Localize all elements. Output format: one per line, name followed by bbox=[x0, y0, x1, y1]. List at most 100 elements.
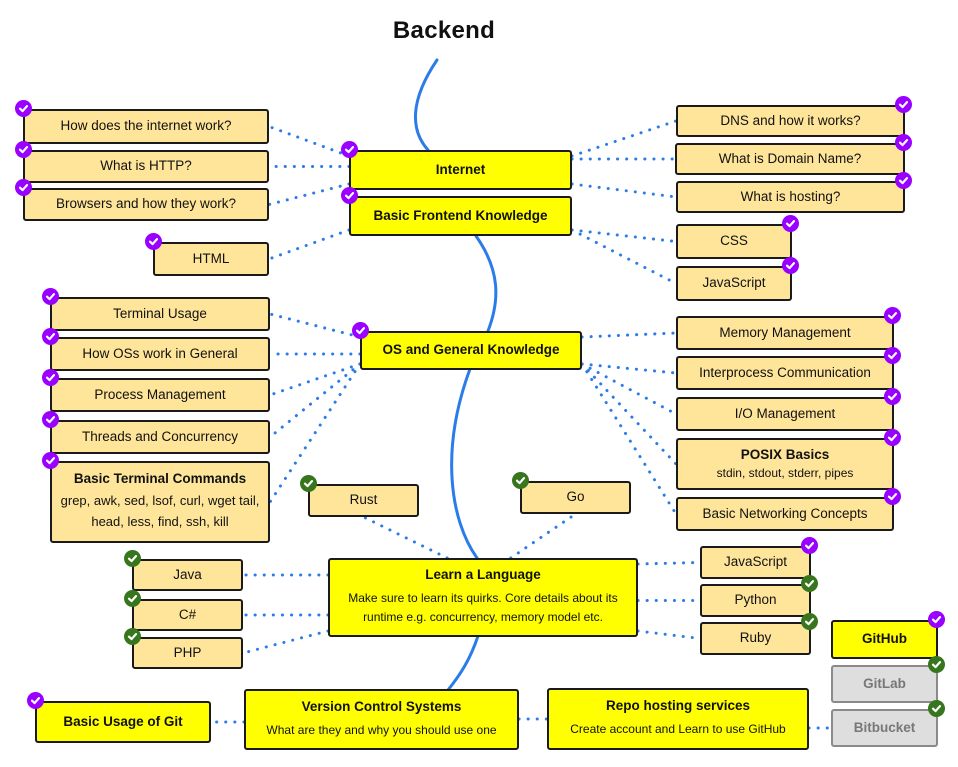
node-label: Terminal Usage bbox=[113, 305, 207, 321]
subtopic-javascript-frontend[interactable]: JavaScript bbox=[676, 266, 792, 301]
check-circle-icon bbox=[15, 141, 32, 158]
check-circle-icon bbox=[352, 322, 369, 339]
check-circle-icon bbox=[801, 537, 818, 554]
subtopic-terminal-usage[interactable]: Terminal Usage bbox=[50, 297, 270, 331]
node-label: Browsers and how they work? bbox=[55, 196, 237, 212]
check-circle-icon bbox=[782, 215, 799, 232]
node-label: Version Control Systems bbox=[301, 698, 462, 714]
connector-language-js-lang bbox=[636, 561, 702, 566]
language-go[interactable]: Go bbox=[520, 481, 631, 514]
connector-os-ipc bbox=[580, 362, 678, 375]
alt-bitbucket[interactable]: Bitbucket bbox=[831, 709, 938, 747]
subtopic-memory-management[interactable]: Memory Management bbox=[676, 316, 894, 350]
node-label: How OSs work in General bbox=[82, 345, 238, 361]
language-ruby[interactable]: Ruby bbox=[700, 622, 811, 655]
subtopic-interprocess-communication[interactable]: Interprocess Communication bbox=[676, 356, 894, 390]
check-circle-icon bbox=[895, 134, 912, 151]
check-circle-icon bbox=[42, 288, 59, 305]
check-circle-icon bbox=[928, 656, 945, 673]
language-java[interactable]: Java bbox=[132, 559, 243, 591]
node-label: What is Domain Name? bbox=[718, 150, 862, 166]
check-circle-icon bbox=[884, 347, 901, 364]
check-circle-icon bbox=[884, 429, 901, 446]
check-circle-icon bbox=[341, 141, 358, 158]
connector-os-io bbox=[580, 362, 678, 416]
node-label: Internet bbox=[435, 161, 486, 177]
subtopic-how-oss-work[interactable]: How OSs work in General bbox=[50, 337, 270, 371]
connector-os-process bbox=[268, 362, 362, 397]
connector-os-threads bbox=[268, 362, 362, 439]
language-javascript[interactable]: JavaScript bbox=[700, 546, 811, 579]
language-python[interactable]: Python bbox=[700, 584, 811, 617]
check-circle-icon bbox=[782, 257, 799, 274]
node-label: Interprocess Communication bbox=[699, 364, 871, 380]
node-label: Memory Management bbox=[719, 324, 851, 340]
node-description: stdin, stdout, stderr, pipes bbox=[716, 465, 854, 480]
node-description: grep, awk, sed, lsof, curl, wget tail, h… bbox=[60, 493, 260, 529]
node-label: Go bbox=[566, 489, 585, 505]
node-label: Basic Terminal Commands bbox=[73, 471, 247, 487]
subtopic-html[interactable]: HTML bbox=[153, 242, 269, 276]
alt-gitlab[interactable]: GitLab bbox=[831, 665, 938, 703]
subtopic-basic-terminal-commands[interactable]: Basic Terminal Commands grep, awk, sed, … bbox=[50, 461, 270, 543]
node-label: PHP bbox=[173, 644, 202, 660]
connector-language-go bbox=[509, 512, 577, 560]
subtopic-dns[interactable]: DNS and how it works? bbox=[676, 105, 905, 137]
node-label: Learn a Language bbox=[425, 567, 541, 583]
check-circle-icon bbox=[27, 692, 44, 709]
subtopic-domain-name[interactable]: What is Domain Name? bbox=[675, 143, 905, 175]
node-label: HTML bbox=[192, 250, 230, 266]
node-label: GitLab bbox=[863, 675, 906, 691]
connector-internet-hosting bbox=[570, 182, 678, 199]
check-circle-icon bbox=[341, 187, 358, 204]
node-label: OS and General Knowledge bbox=[382, 342, 560, 358]
subtopic-how-does-the-internet-work[interactable]: How does the internet work? bbox=[23, 109, 269, 144]
topic-learn-a-language[interactable]: Learn a Language Make sure to learn its … bbox=[328, 558, 638, 637]
node-label: DNS and how it works? bbox=[720, 112, 861, 128]
subtopic-basic-networking-concepts[interactable]: Basic Networking Concepts bbox=[676, 497, 894, 531]
check-circle-icon bbox=[42, 369, 59, 386]
node-label: CSS bbox=[720, 233, 748, 249]
roadmap-title: Backend bbox=[392, 17, 496, 44]
check-circle-icon bbox=[895, 96, 912, 113]
node-label: Bitbucket bbox=[853, 719, 916, 735]
language-rust[interactable]: Rust bbox=[308, 484, 419, 517]
subtopic-process-management[interactable]: Process Management bbox=[50, 378, 270, 412]
topic-repo-hosting-services[interactable]: Repo hosting services Create account and… bbox=[547, 688, 809, 750]
node-label: How does the internet work? bbox=[60, 118, 232, 134]
connector-frontend-html bbox=[267, 228, 351, 261]
check-circle-icon bbox=[928, 611, 945, 628]
subtopic-posix-basics[interactable]: POSIX Basics stdin, stdout, stderr, pipe… bbox=[676, 438, 894, 490]
check-circle-icon bbox=[15, 100, 32, 117]
subtopic-what-is-http[interactable]: What is HTTP? bbox=[23, 150, 269, 183]
node-label: Basic Frontend Knowledge bbox=[373, 207, 548, 223]
check-circle-icon bbox=[884, 488, 901, 505]
node-label: I/O Management bbox=[734, 405, 836, 421]
node-label: POSIX Basics bbox=[740, 446, 830, 462]
check-circle-icon bbox=[300, 475, 317, 492]
connector-language-rust bbox=[362, 515, 449, 560]
subtopic-hosting[interactable]: What is hosting? bbox=[676, 181, 905, 213]
connector-language-php bbox=[241, 629, 330, 655]
check-circle-icon bbox=[124, 628, 141, 645]
connector-language-ruby bbox=[636, 629, 702, 640]
check-circle-icon bbox=[512, 472, 529, 489]
node-label: What is hosting? bbox=[740, 188, 841, 204]
topic-github[interactable]: GitHub bbox=[831, 620, 938, 659]
node-label: Threads and Concurrency bbox=[81, 428, 239, 444]
connector-frontend-js-frontend bbox=[570, 228, 678, 285]
node-label: GitHub bbox=[862, 631, 907, 647]
node-label: What is HTTP? bbox=[100, 158, 192, 174]
subtopic-threads-and-concurrency[interactable]: Threads and Concurrency bbox=[50, 420, 270, 454]
topic-os-general-knowledge[interactable]: OS and General Knowledge bbox=[360, 331, 582, 370]
subtopic-css[interactable]: CSS bbox=[676, 224, 792, 259]
topic-basic-frontend-knowledge[interactable]: Basic Frontend Knowledge bbox=[349, 196, 572, 236]
language-csharp[interactable]: C# bbox=[132, 599, 243, 631]
topic-version-control-systems[interactable]: Version Control Systems What are they an… bbox=[244, 689, 519, 750]
topic-internet[interactable]: Internet bbox=[349, 150, 572, 190]
language-php[interactable]: PHP bbox=[132, 637, 243, 669]
subtopic-browsers[interactable]: Browsers and how they work? bbox=[23, 188, 269, 221]
subtopic-io-management[interactable]: I/O Management bbox=[676, 397, 894, 431]
check-circle-icon bbox=[15, 179, 32, 196]
topic-basic-usage-of-git[interactable]: Basic Usage of Git bbox=[35, 701, 211, 743]
